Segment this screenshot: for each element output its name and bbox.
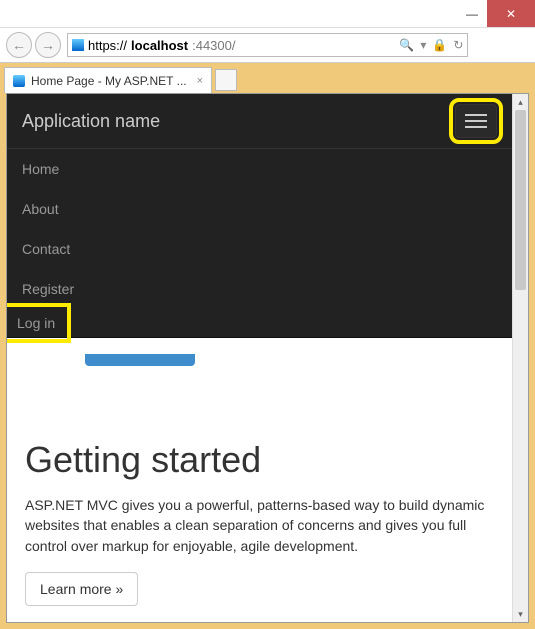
refresh-button[interactable]: ↻: [453, 38, 463, 52]
tab-favicon-icon: [13, 75, 25, 87]
minimize-button[interactable]: —: [457, 0, 487, 27]
learn-more-button[interactable]: Learn more »: [25, 572, 138, 606]
close-window-button[interactable]: ✕: [487, 0, 535, 27]
settings-icon[interactable]: ⚙: [512, 37, 525, 54]
section-paragraph: ASP.NET MVC gives you a powerful, patter…: [25, 495, 494, 556]
tab-title: Home Page - My ASP.NET ...: [31, 74, 187, 88]
page-viewport: Application name Home About Contact Regi…: [6, 93, 529, 623]
hero-button-partial[interactable]: [85, 354, 195, 366]
vertical-scrollbar[interactable]: ▴ ▾: [512, 94, 528, 622]
scroll-thumb[interactable]: [515, 110, 526, 290]
scroll-down-arrow-icon[interactable]: ▾: [513, 606, 528, 622]
address-bar[interactable]: https:// localhost :44300/ 🔍 ▾ 🔒 ↻: [67, 33, 468, 57]
scroll-up-arrow-icon[interactable]: ▴: [513, 94, 528, 110]
home-icon[interactable]: ⌂: [475, 37, 483, 53]
page-favicon: [72, 39, 84, 51]
nav-item-contact[interactable]: Contact: [7, 229, 512, 269]
favorites-icon[interactable]: ★: [492, 37, 505, 54]
page-content: Getting started ASP.NET MVC gives you a …: [7, 338, 512, 622]
forward-button[interactable]: →: [35, 32, 61, 58]
nav-item-home[interactable]: Home: [7, 149, 512, 189]
back-button[interactable]: ←: [6, 32, 32, 58]
window-titlebar: — ✕: [0, 0, 535, 28]
search-icon[interactable]: 🔍: [399, 38, 414, 52]
browser-toolbar: ← → https:// localhost :44300/ 🔍 ▾ 🔒 ↻ ⌂ ★…: [0, 28, 535, 63]
nav-item-about[interactable]: About: [7, 189, 512, 229]
navbar-brand[interactable]: Application name: [22, 111, 160, 132]
tab-close-button[interactable]: ×: [197, 75, 203, 87]
browser-tool-icons: ⌂ ★ ⚙: [471, 37, 529, 54]
url-port-path: :44300/: [192, 38, 235, 53]
navbar-menu: Home About Contact Register Log in: [7, 149, 512, 337]
hamburger-bar-icon: [465, 126, 487, 128]
url-host: localhost: [131, 38, 188, 53]
browser-tab[interactable]: Home Page - My ASP.NET ... ×: [4, 67, 212, 93]
hamburger-bar-icon: [465, 120, 487, 122]
tab-bar: Home Page - My ASP.NET ... ×: [0, 63, 535, 93]
url-protocol: https://: [88, 38, 127, 53]
section-heading: Getting started: [25, 439, 494, 481]
dropdown-icon[interactable]: ▾: [420, 38, 426, 52]
site-navbar: Application name Home About Contact Regi…: [7, 94, 512, 338]
lock-icon: 🔒: [432, 38, 447, 52]
new-tab-button[interactable]: [215, 69, 237, 91]
nav-item-register[interactable]: Register: [7, 269, 512, 309]
hamburger-bar-icon: [465, 114, 487, 116]
navbar-toggle-button[interactable]: [455, 104, 497, 138]
nav-item-login[interactable]: Log in: [7, 309, 65, 337]
